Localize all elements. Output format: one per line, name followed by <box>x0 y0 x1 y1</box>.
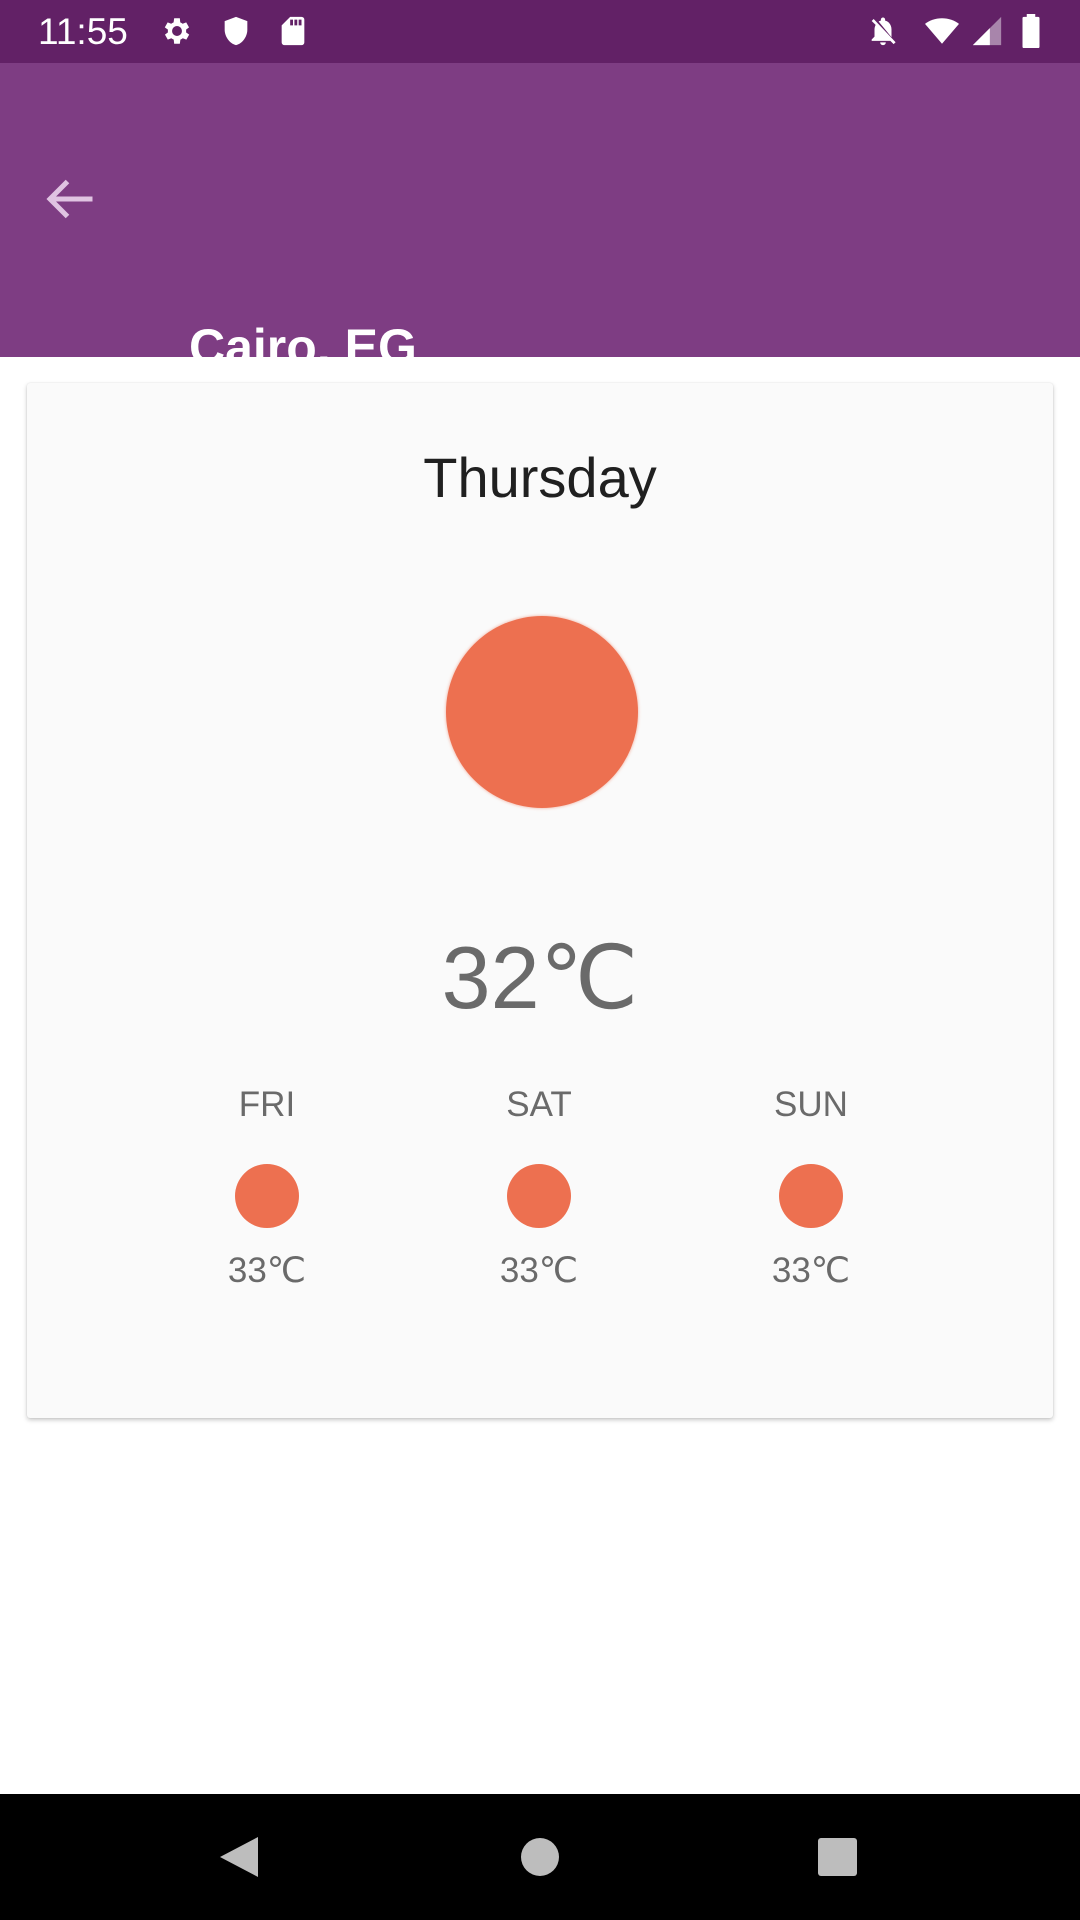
notifications-off-icon <box>871 17 896 46</box>
weather-card: Thursday 32℃ FRI 33℃ SAT 33℃ SUN 33℃ <box>27 383 1053 1418</box>
sun-icon <box>779 1164 843 1228</box>
app-bar: Cairo, EG <box>0 63 1080 375</box>
gear-icon <box>164 18 190 44</box>
forecast-item: FRI 33℃ <box>167 1083 367 1313</box>
forecast-item: SUN 33℃ <box>711 1083 911 1313</box>
current-temperature: 32℃ <box>441 928 639 1027</box>
weather-screen: 11:55 Cairo, EG Thursday 32℃ FRI 33℃ SAT… <box>0 0 1080 1920</box>
status-time: 11:55 <box>38 11 128 52</box>
wifi-icon <box>925 18 959 44</box>
sun-icon <box>446 616 638 808</box>
sd-card-icon <box>281 16 305 46</box>
arrow-back-icon[interactable] <box>40 169 100 229</box>
status-bar: 11:55 <box>0 0 1080 63</box>
page-title: Cairo, EG <box>189 319 417 375</box>
forecast-day: FRI <box>238 1085 296 1124</box>
sun-icon <box>507 1164 571 1228</box>
cell-signal-icon <box>972 16 1002 46</box>
forecast-temperature: 33℃ <box>771 1251 851 1290</box>
forecast-item: SAT 33℃ <box>439 1083 639 1313</box>
navigation-bar <box>0 1794 1080 1920</box>
forecast-day: SAT <box>506 1085 572 1124</box>
back-triangle-icon[interactable] <box>176 1794 302 1920</box>
forecast-temperature: 33℃ <box>499 1251 579 1290</box>
forecast-day: SUN <box>774 1085 848 1124</box>
shield-icon <box>224 16 248 46</box>
forecast-temperature: 33℃ <box>227 1251 307 1290</box>
sun-icon <box>235 1164 299 1228</box>
battery-icon <box>1022 14 1040 48</box>
current-day: Thursday <box>423 446 657 509</box>
home-circle-icon[interactable] <box>477 1794 603 1920</box>
recents-square-icon[interactable] <box>775 1794 901 1920</box>
